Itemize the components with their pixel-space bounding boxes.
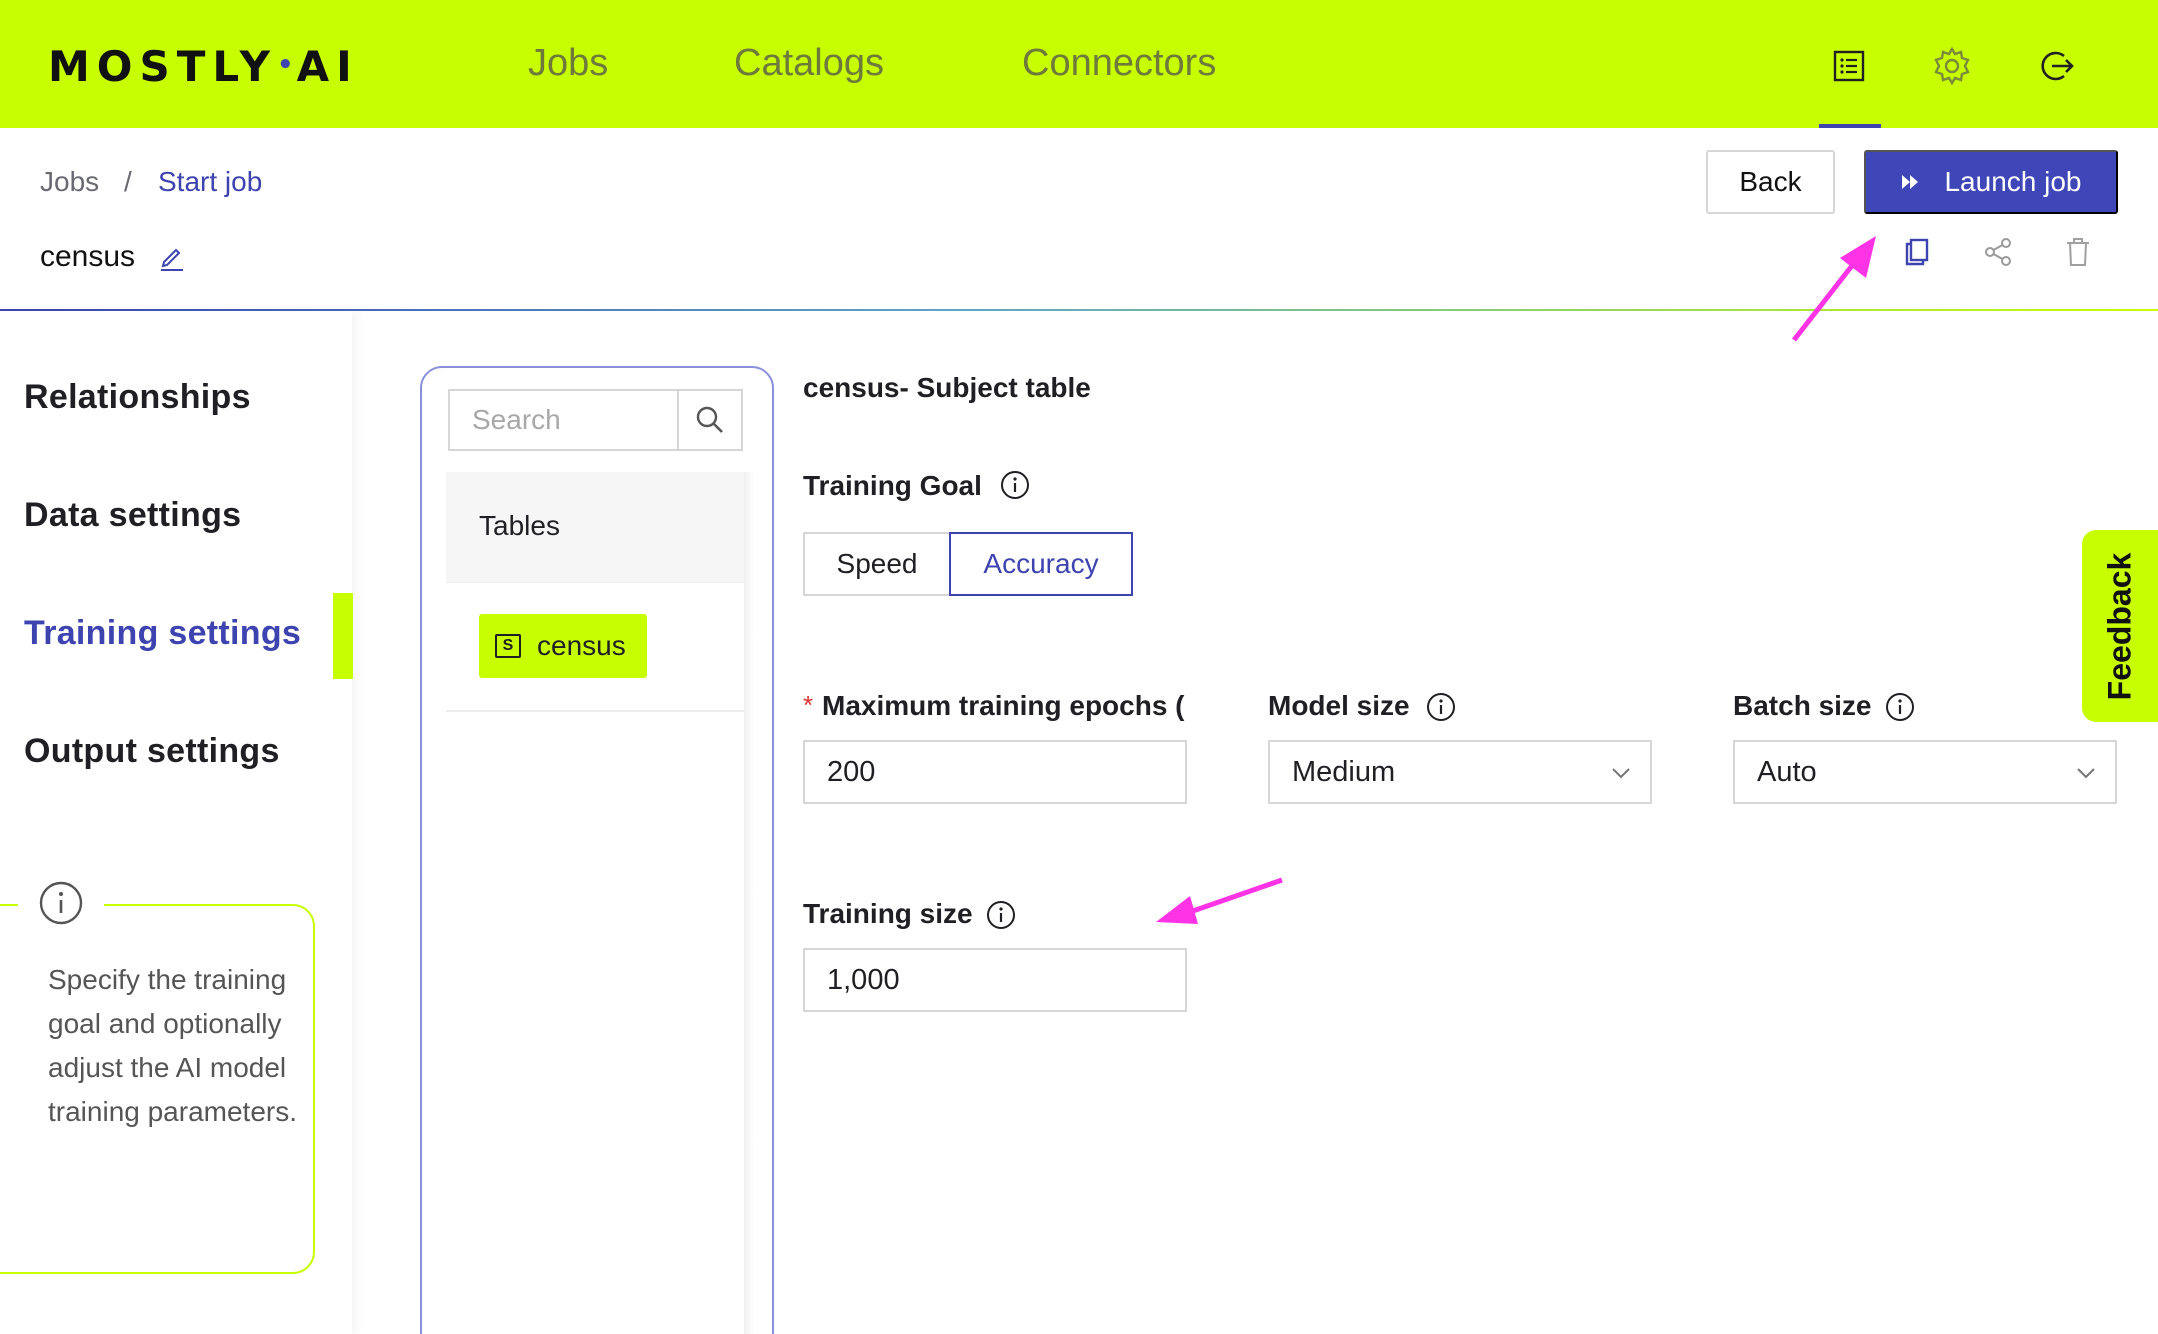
feedback-label: Feedback — [2101, 552, 2138, 700]
copy-icon[interactable] — [1900, 234, 1936, 270]
required-marker: * — [803, 690, 814, 720]
model-size-info-icon[interactable] — [1426, 692, 1456, 722]
training-goal-toggle: Speed Accuracy — [803, 532, 1133, 596]
logout-icon[interactable] — [2034, 44, 2078, 88]
training-size-label: Training size — [803, 898, 973, 929]
launch-job-button[interactable]: Launch job — [1864, 150, 2118, 214]
logo-text-left: MOSTLY — [48, 42, 278, 91]
job-name: census — [40, 240, 136, 273]
max-epochs-input[interactable]: 200 — [803, 740, 1187, 804]
training-goal-info-icon[interactable] — [1000, 470, 1030, 500]
max-epochs-label: Maximum training epochs ( — [822, 690, 1185, 721]
batch-size-label: Batch size — [1733, 690, 1872, 721]
feedback-tab[interactable]: Feedback — [2082, 530, 2158, 722]
fast-forward-icon — [1902, 175, 1919, 189]
sidebar-active-marker — [333, 593, 353, 679]
batch-size-select[interactable]: Auto — [1733, 740, 2117, 804]
launch-job-label: Launch job — [1944, 166, 2082, 197]
nav-connectors[interactable]: Connectors — [1022, 42, 1216, 85]
subject-table-badge: S — [495, 634, 521, 658]
tables-panel-shadow — [744, 472, 754, 1334]
tables-divider — [446, 582, 744, 583]
breadcrumb-start-job: Start job — [158, 166, 263, 197]
chevron-down-icon — [1612, 768, 1630, 779]
mostly-ai-logo[interactable]: MOSTLY•AI — [48, 42, 359, 91]
share-icon[interactable] — [1980, 234, 2016, 270]
batch-size-value: Auto — [1757, 755, 1817, 788]
table-search — [448, 389, 743, 451]
table-row-divider — [446, 710, 744, 712]
nav-jobs[interactable]: Jobs — [528, 42, 608, 85]
breadcrumb-separator: / — [124, 166, 132, 197]
table-name: census — [537, 630, 626, 661]
sidebar-item-relationships[interactable]: Relationships — [24, 378, 251, 417]
top-navbar: MOSTLY•AI Jobs Catalogs Connectors — [0, 0, 2158, 128]
chevron-down-icon — [2077, 768, 2095, 779]
model-size-value: Medium — [1292, 755, 1396, 788]
nav-catalogs[interactable]: Catalogs — [734, 42, 884, 85]
annotation-arrow-copy — [1792, 236, 1876, 342]
search-button[interactable] — [677, 391, 741, 449]
training-goal-accuracy[interactable]: Accuracy — [949, 532, 1133, 596]
model-size-select[interactable]: Medium — [1268, 740, 1652, 804]
back-button[interactable]: Back — [1706, 150, 1835, 214]
logo-dot: • — [277, 50, 297, 80]
training-goal-speed[interactable]: Speed — [803, 532, 949, 596]
model-size-label: Model size — [1268, 690, 1410, 721]
training-size-info-icon[interactable] — [986, 900, 1016, 930]
annotation-arrow-training-size — [1156, 877, 1283, 924]
search-input[interactable] — [450, 391, 680, 449]
sidebar-item-training-settings[interactable]: Training settings — [24, 614, 301, 653]
sidebar-item-output-settings[interactable]: Output settings — [24, 732, 280, 771]
training-size-input[interactable]: 1,000 — [803, 948, 1187, 1012]
list-icon[interactable] — [1827, 44, 1871, 88]
info-callout-text: Specify the training goal and optionally… — [48, 964, 298, 1127]
batch-size-info-icon[interactable] — [1885, 692, 1915, 722]
breadcrumb-jobs[interactable]: Jobs — [40, 166, 99, 198]
form-title: census- Subject table — [803, 372, 1091, 403]
active-icon-indicator — [1819, 124, 1881, 128]
table-item-census[interactable]: S census — [479, 614, 647, 678]
logo-text-right: AI — [296, 42, 359, 91]
max-epochs-label-wrap: Maximum training epochs ( — [822, 690, 1194, 730]
gear-icon[interactable] — [1930, 44, 1974, 88]
search-icon — [696, 406, 723, 433]
pencil-edit-icon[interactable] — [156, 240, 188, 272]
training-goal-label: Training Goal — [803, 470, 982, 501]
info-icon — [39, 881, 83, 925]
tables-label: Tables — [479, 510, 560, 541]
sidebar-item-data-settings[interactable]: Data settings — [24, 496, 241, 535]
trash-icon[interactable] — [2060, 234, 2096, 270]
